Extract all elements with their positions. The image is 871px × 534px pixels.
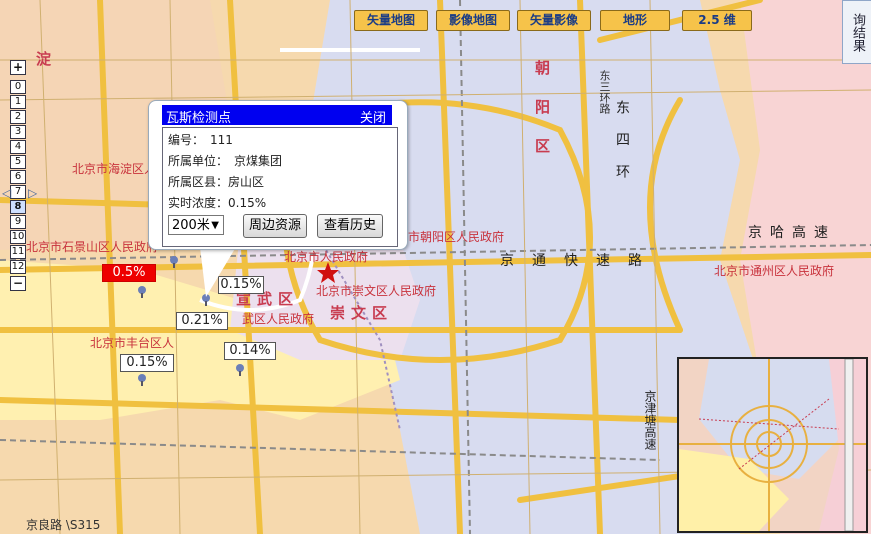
popup-pointer bbox=[200, 247, 236, 297]
zoom-levels: 0 1 2 3 4 5 6 7 8 9 10 11 12 bbox=[10, 80, 26, 274]
gas-sensor-icon[interactable] bbox=[234, 362, 246, 376]
overview-map-graphic bbox=[679, 359, 866, 531]
zoom-level-9[interactable]: 9 bbox=[10, 215, 26, 229]
concentration-marker[interactable]: 0.15% bbox=[120, 354, 174, 372]
image-map-button[interactable]: 影像地图 bbox=[436, 10, 510, 31]
label-tongzhou-gov: 北京市通州区人民政府 bbox=[714, 264, 835, 278]
view-history-button[interactable]: 查看历史 bbox=[317, 214, 383, 238]
concentration-marker[interactable]: 0.21% bbox=[176, 312, 228, 330]
label-jingha: 京哈高速 bbox=[748, 225, 836, 241]
county-label: 所属区县： bbox=[168, 175, 229, 189]
zoom-level-12[interactable]: 12 bbox=[10, 260, 26, 274]
info-popup: 瓦斯检测点 关闭 编号： 111 所属单位： 京煤集团 所属区县：房山区 实时浓度：… bbox=[148, 100, 408, 250]
label-haidian-char: 淀 bbox=[36, 50, 52, 68]
zoom-control: + 0 1 2 3 4 5 6 7 8 9 10 11 12 − bbox=[10, 60, 26, 292]
vector-map-button[interactable]: 矢量地图 bbox=[354, 10, 428, 31]
zoom-level-3[interactable]: 3 bbox=[10, 125, 26, 139]
label-xuanwu-gov: 武区人民政府 bbox=[242, 312, 315, 326]
label-jingliang-road: 京良路 \S315 bbox=[26, 518, 101, 532]
label-chaoyang-road: 东三环路 bbox=[598, 70, 611, 114]
nearby-resources-button[interactable]: 周边资源 bbox=[243, 214, 307, 238]
range-select-value: 200米 bbox=[172, 218, 210, 233]
query-results-tab[interactable]: 询结果 bbox=[842, 0, 871, 64]
overview-map[interactable] bbox=[677, 357, 868, 533]
label-chongwen-gov: 北京市崇文区人民政府 bbox=[316, 284, 437, 298]
zoom-out-button[interactable]: − bbox=[10, 276, 26, 291]
pan-left-icon[interactable]: ◁ bbox=[2, 186, 11, 200]
zoom-level-5[interactable]: 5 bbox=[10, 155, 26, 169]
label-fengtai-gov: 北京市丰台区人 bbox=[90, 336, 175, 350]
zoom-level-4[interactable]: 4 bbox=[10, 140, 26, 154]
concentration-marker[interactable]: 0.14% bbox=[224, 342, 276, 360]
county-row: 所属区县：房山区 bbox=[168, 173, 264, 190]
unit-label: 所属单位： bbox=[168, 154, 229, 168]
gas-sensor-icon[interactable] bbox=[168, 254, 180, 268]
zoom-level-7[interactable]: 7 bbox=[10, 185, 26, 199]
vector-image-button[interactable]: 矢量影像 bbox=[517, 10, 591, 31]
concentration-value: 0.15% bbox=[228, 196, 267, 210]
terrain-button[interactable]: 地形 bbox=[600, 10, 670, 31]
id-row: 编号： 111 bbox=[168, 131, 233, 148]
id-value: 111 bbox=[210, 133, 233, 147]
zoom-level-6[interactable]: 6 bbox=[10, 170, 26, 184]
zoom-level-8[interactable]: 8 bbox=[10, 200, 26, 214]
popup-close-button[interactable]: 关闭 bbox=[360, 107, 386, 126]
range-select[interactable]: 200米 ▼ bbox=[168, 215, 224, 235]
label-chaoyang-district: 朝阳区 bbox=[533, 60, 551, 177]
popup-header: 瓦斯检测点 关闭 bbox=[162, 105, 392, 126]
popup-title: 瓦斯检测点 bbox=[166, 111, 232, 126]
view-25d-button[interactable]: 2.5 维 bbox=[682, 10, 752, 31]
pan-right-icon[interactable]: ▷ bbox=[28, 186, 37, 200]
zoom-level-1[interactable]: 1 bbox=[10, 95, 26, 109]
gas-sensor-icon[interactable] bbox=[136, 284, 148, 298]
id-label: 编号： bbox=[168, 133, 205, 147]
label-jingjin: 京津塘高速 bbox=[643, 390, 657, 450]
gas-sensor-icon[interactable] bbox=[136, 372, 148, 386]
zoom-level-2[interactable]: 2 bbox=[10, 110, 26, 124]
label-shijingshan-gov: 北京市石景山区人民政府 bbox=[26, 240, 159, 254]
zoom-in-button[interactable]: + bbox=[10, 60, 26, 75]
label-chongwen-district: 崇文区 bbox=[330, 304, 394, 322]
chevron-down-icon: ▼ bbox=[211, 220, 219, 231]
unit-row: 所属单位： 京煤集团 bbox=[168, 152, 282, 169]
popup-body: 编号： 111 所属单位： 京煤集团 所属区县：房山区 实时浓度：0.15% 200… bbox=[162, 127, 398, 247]
label-tongkuai: 京通快速路 bbox=[500, 253, 660, 269]
unit-value: 京煤集团 bbox=[234, 154, 283, 168]
zoom-level-10[interactable]: 10 bbox=[10, 230, 26, 244]
label-east-road: 东四环 bbox=[614, 100, 630, 196]
label-people-gov: 北京市人民政府 bbox=[284, 250, 369, 264]
county-value: 房山区 bbox=[228, 175, 265, 189]
zoom-level-0[interactable]: 0 bbox=[10, 80, 26, 94]
concentration-label: 实时浓度： bbox=[168, 196, 229, 210]
concentration-marker[interactable]: 0.5% bbox=[102, 264, 156, 282]
concentration-row: 实时浓度：0.15% bbox=[168, 194, 266, 211]
zoom-level-11[interactable]: 11 bbox=[10, 245, 26, 259]
